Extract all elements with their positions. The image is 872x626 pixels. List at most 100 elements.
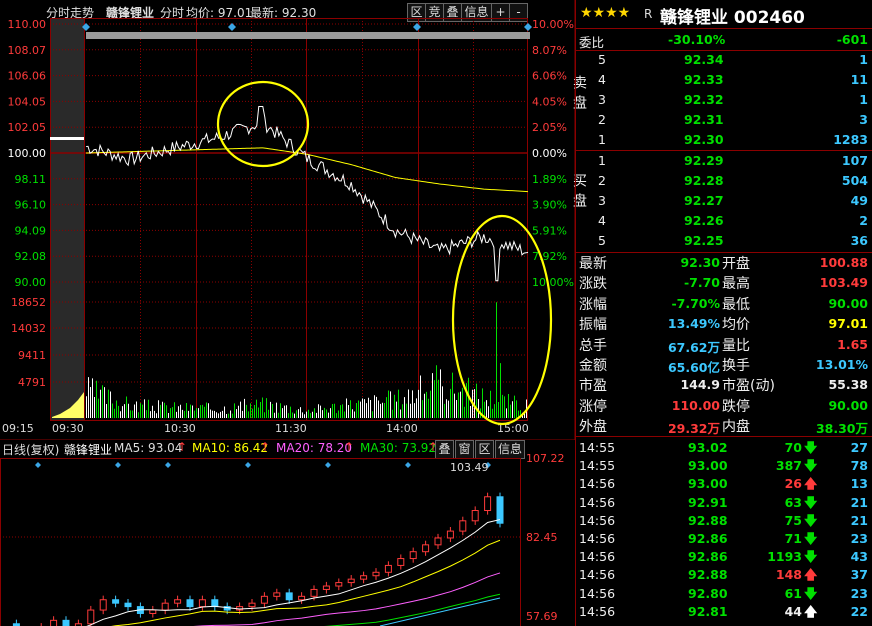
tick-price: 92.86 [688, 531, 728, 546]
tick-volume: 70 [784, 440, 802, 455]
sell-level-row[interactable]: 4 92.33 11 [596, 70, 872, 90]
candle-body [335, 582, 343, 587]
level-price: 92.31 [684, 112, 724, 127]
buy-side-label: 买盘 [571, 173, 587, 213]
intraday-chart[interactable]: 110.00 108.07 106.06 104.05 102.05 100.00 98.1… [0, 0, 576, 440]
candle-body [198, 599, 206, 608]
tick-time: 14:55 [579, 440, 616, 455]
tick-row[interactable]: 14:55 93.02 70 🡇 27 [576, 438, 872, 458]
percent-tick-label: 1.89% [532, 173, 567, 186]
buy-level-row[interactable]: 1 92.29 107 [596, 151, 872, 171]
daily-price-tick-top: 107.22 [526, 452, 565, 465]
volume-axis: 18652 14032 9411 4791 [11, 296, 46, 389]
sell-level-row[interactable]: 1 92.30 1283 [596, 130, 872, 150]
tick-volume: 44 [784, 603, 802, 619]
tick-row[interactable]: 14:56 93.00 26 🡅 13 [576, 474, 872, 494]
tick-row[interactable]: 14:56 92.81 44 🡅 22 [576, 602, 872, 622]
stat-label: 涨停 [579, 398, 607, 415]
candle-body [322, 585, 330, 590]
rating-stars: ★★★★ [580, 5, 631, 21]
tick-time: 14:56 [579, 603, 616, 619]
auction-bar [86, 32, 530, 39]
tick-count: 21 [850, 512, 868, 528]
daily-kline-chart[interactable]: 103.49 107.22 82.45 57.69 [0, 440, 576, 626]
candle-body [124, 602, 132, 608]
stat-label: 市盈 [579, 378, 607, 395]
sell-level-row[interactable]: 2 92.31 3 [596, 110, 872, 130]
stat-label: 涨跌 [579, 276, 607, 293]
quote-header: ★★★★ R 赣锋锂业 002460 [576, 3, 872, 28]
candle-body [496, 496, 504, 524]
level-number: 2 [598, 112, 606, 127]
price-tick-label: 110.00 [8, 18, 47, 31]
stat-value: 97.01 [828, 316, 868, 332]
tick-row[interactable]: 14:56 92.88 75 🡇 21 [576, 511, 872, 531]
stat-value: 90.00 [828, 295, 868, 311]
stat-label: 外盘 [579, 419, 607, 436]
time-tick-label: 11:30 [275, 422, 307, 435]
stat-row: 振幅 13.49% 均价 97.01 [576, 314, 872, 334]
level-volume: 504 [841, 173, 868, 188]
stat-value: 144.9 [680, 377, 720, 393]
tick-row[interactable]: 14:56 92.86 1193 🡇 43 [576, 547, 872, 567]
tick-row[interactable]: 14:56 92.80 61 🡇 23 [576, 584, 872, 604]
candle-body [422, 544, 430, 553]
stat-row: 总手 67.62万 量比 1.65 [576, 335, 872, 355]
tick-time: 14:56 [579, 549, 616, 565]
weibi-value: -601 [836, 32, 868, 47]
price-axis: 110.00 108.07 106.06 104.05 102.05 100.00 98.1… [8, 18, 47, 289]
time-tick-label: 10:30 [164, 422, 196, 435]
tick-row[interactable]: 14:55 93.00 387 🡇 78 [576, 456, 872, 476]
candle-body [434, 537, 442, 546]
buy-level-row[interactable]: 2 92.28 504 [596, 171, 872, 191]
tick-volume: 61 [784, 585, 802, 601]
stat-label: 最高 [722, 276, 750, 293]
stock-title: 赣锋锂业 002460 [660, 8, 805, 28]
sell-level-row[interactable]: 3 92.32 1 [596, 90, 872, 110]
tick-price: 93.02 [688, 440, 728, 455]
percent-tick-label: 2.05% [532, 121, 567, 134]
divider [576, 436, 872, 437]
candle-body [112, 599, 120, 604]
weibi-row: 委比 -30.10% -601 [576, 30, 872, 50]
tick-time: 14:56 [579, 476, 616, 492]
stat-row: 外盘 29.32万 内盘 38.30万 [576, 416, 872, 436]
tick-volume: 1193 [767, 549, 802, 565]
stat-label: 总手 [579, 337, 607, 354]
sell-level-row[interactable]: 5 92.34 1 [596, 50, 872, 70]
level-price: 92.26 [684, 213, 724, 228]
stat-row: 市盈 144.9 市盈(动) 55.38 [576, 375, 872, 395]
stat-value: -7.70% [671, 295, 720, 311]
time-axis: 09:15 09:30 10:30 11:30 14:00 15:00 [2, 422, 529, 435]
tick-volume: 63 [784, 494, 802, 510]
tick-price: 92.88 [688, 567, 728, 583]
stat-label: 最新 [579, 256, 607, 272]
volume-tick-label: 18652 [11, 296, 46, 309]
stat-value: 29.32万 [667, 421, 720, 437]
price-tick-label: 102.05 [8, 121, 47, 134]
tick-row[interactable]: 14:56 92.91 63 🡇 21 [576, 493, 872, 513]
daily-price-tick-mid: 82.45 [526, 531, 558, 544]
candle-body [347, 578, 355, 584]
level-number: 2 [598, 173, 606, 188]
percent-tick-label: 10.00% [532, 18, 574, 31]
candle-body [484, 496, 492, 512]
candle-body [360, 575, 368, 580]
tick-row[interactable]: 14:56 92.88 148 🡅 37 [576, 565, 872, 585]
candle-body [161, 602, 169, 611]
level-price: 92.34 [684, 52, 724, 67]
level-volume: 1 [859, 52, 868, 67]
level-number: 3 [598, 92, 606, 107]
buy-level-row[interactable]: 4 92.26 2 [596, 211, 872, 231]
buy-level-row[interactable]: 3 92.27 49 [596, 191, 872, 211]
level-price: 92.27 [684, 193, 724, 208]
buy-level-row[interactable]: 5 92.25 36 [596, 231, 872, 251]
stat-label: 量比 [722, 337, 750, 354]
tick-price: 92.91 [688, 494, 728, 510]
stat-value: 67.62万 [667, 339, 720, 355]
price-tick-label: 98.11 [15, 173, 47, 186]
percent-tick-label: 3.90% [532, 199, 567, 212]
tick-row[interactable]: 14:56 92.86 71 🡇 23 [576, 529, 872, 549]
stat-value: 55.38 [828, 377, 868, 393]
daily-frame [0, 458, 521, 626]
